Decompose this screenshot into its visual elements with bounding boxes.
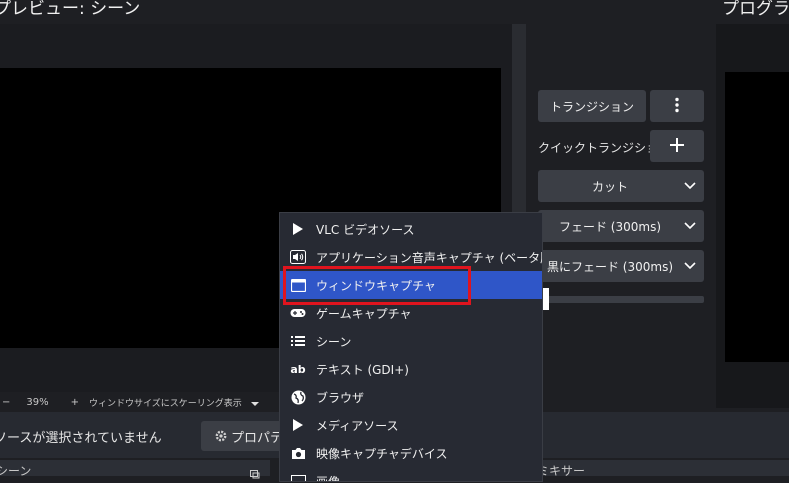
scaling-select[interactable]: ウィンドウサイズにスケーリング表示	[89, 396, 242, 409]
play-icon	[290, 417, 306, 433]
preview-title: プレビュー: シーン	[0, 0, 141, 19]
menu-item-text-gdi[interactable]: ab テキスト (GDI+)	[280, 355, 542, 383]
menu-item-media-source[interactable]: メディアソース	[280, 411, 542, 439]
menu-item-label: シーン	[316, 334, 352, 349]
cut-label: カット	[591, 179, 628, 194]
transition-button[interactable]: トランジション	[538, 90, 646, 122]
zoom-bar: − 39% + ウィンドウサイズにスケーリング表示	[0, 394, 270, 410]
menu-item-label: メディアソース	[316, 418, 399, 433]
menu-item-game-capture[interactable]: ゲームキャプチャ	[280, 299, 542, 327]
program-canvas	[725, 72, 789, 362]
transition-menu-button[interactable]	[650, 90, 704, 122]
menu-item-window-capture[interactable]: ウィンドウキャプチャ	[280, 271, 542, 299]
fade-black-label: 黒にフェード (300ms)	[546, 259, 674, 274]
menu-item-vlc-source[interactable]: VLC ビデオソース	[280, 215, 542, 243]
transition-button-label: トランジション	[549, 99, 634, 114]
menu-item-label: 画像	[316, 474, 341, 482]
float-dock-icon[interactable]	[250, 464, 260, 483]
properties-button[interactable]: プロパティ	[201, 421, 295, 451]
menu-item-app-audio-capture[interactable]: アプリケーション音声キャプチャ (ベータ版)	[280, 243, 542, 271]
cut-transition-button[interactable]: カット	[538, 170, 704, 202]
fade-label: フェード (300ms)	[558, 219, 662, 234]
window-icon	[290, 277, 306, 293]
fade-transition-button[interactable]: フェード (300ms)	[538, 210, 704, 242]
program-title: プログラム	[722, 0, 789, 19]
more-vertical-icon	[675, 97, 679, 116]
menu-item-label: 映像キャプチャデバイス	[316, 446, 448, 461]
list-icon	[290, 333, 306, 349]
globe-icon	[290, 389, 306, 405]
add-quick-transition-button[interactable]	[650, 130, 704, 162]
gear-icon	[214, 429, 228, 443]
no-source-label: ソースが選択されていません	[0, 431, 162, 446]
tbar-slider-track[interactable]	[538, 296, 704, 303]
speaker-icon	[290, 249, 306, 265]
mixer-header-label: ミキサー	[537, 464, 586, 478]
menu-item-label: ブラウザ	[316, 390, 365, 405]
chevron-down-icon	[682, 262, 698, 270]
menu-item-label: ゲームキャプチャ	[316, 306, 412, 321]
menu-item-image[interactable]: 画像	[280, 467, 542, 482]
text-icon: ab	[290, 362, 306, 376]
zoom-out-button[interactable]: −	[2, 397, 10, 408]
scenes-dock-header: シーン	[0, 460, 270, 479]
menu-item-label: テキスト (GDI+)	[316, 362, 409, 377]
tbar-slider-handle[interactable]	[543, 288, 549, 310]
play-icon	[290, 221, 306, 237]
mixer-dock-header: ミキサー	[537, 460, 789, 478]
fade-black-transition-button[interactable]: 黒にフェード (300ms)	[538, 250, 704, 282]
menu-item-browser[interactable]: ブラウザ	[280, 383, 542, 411]
chevron-down-icon	[682, 182, 698, 190]
add-source-menu: VLC ビデオソース アプリケーション音声キャプチャ (ベータ版) ウィンドウキ…	[279, 212, 543, 482]
zoom-in-button[interactable]: +	[71, 397, 79, 408]
zoom-level: 39%	[26, 396, 49, 408]
chevron-down-icon	[682, 222, 698, 230]
scenes-header-label: シーン	[0, 464, 32, 478]
menu-item-video-capture-device[interactable]: 映像キャプチャデバイス	[280, 439, 542, 467]
chevron-down-icon[interactable]	[250, 393, 260, 412]
plus-icon	[669, 137, 685, 156]
menu-item-label: ウィンドウキャプチャ	[316, 278, 436, 293]
menu-item-label: アプリケーション音声キャプチャ (ベータ版)	[316, 250, 543, 265]
camera-icon	[290, 445, 306, 461]
menu-item-label: VLC ビデオソース	[316, 222, 415, 237]
image-icon	[290, 473, 306, 481]
gamepad-icon	[290, 305, 306, 321]
menu-item-scene[interactable]: シーン	[280, 327, 542, 355]
